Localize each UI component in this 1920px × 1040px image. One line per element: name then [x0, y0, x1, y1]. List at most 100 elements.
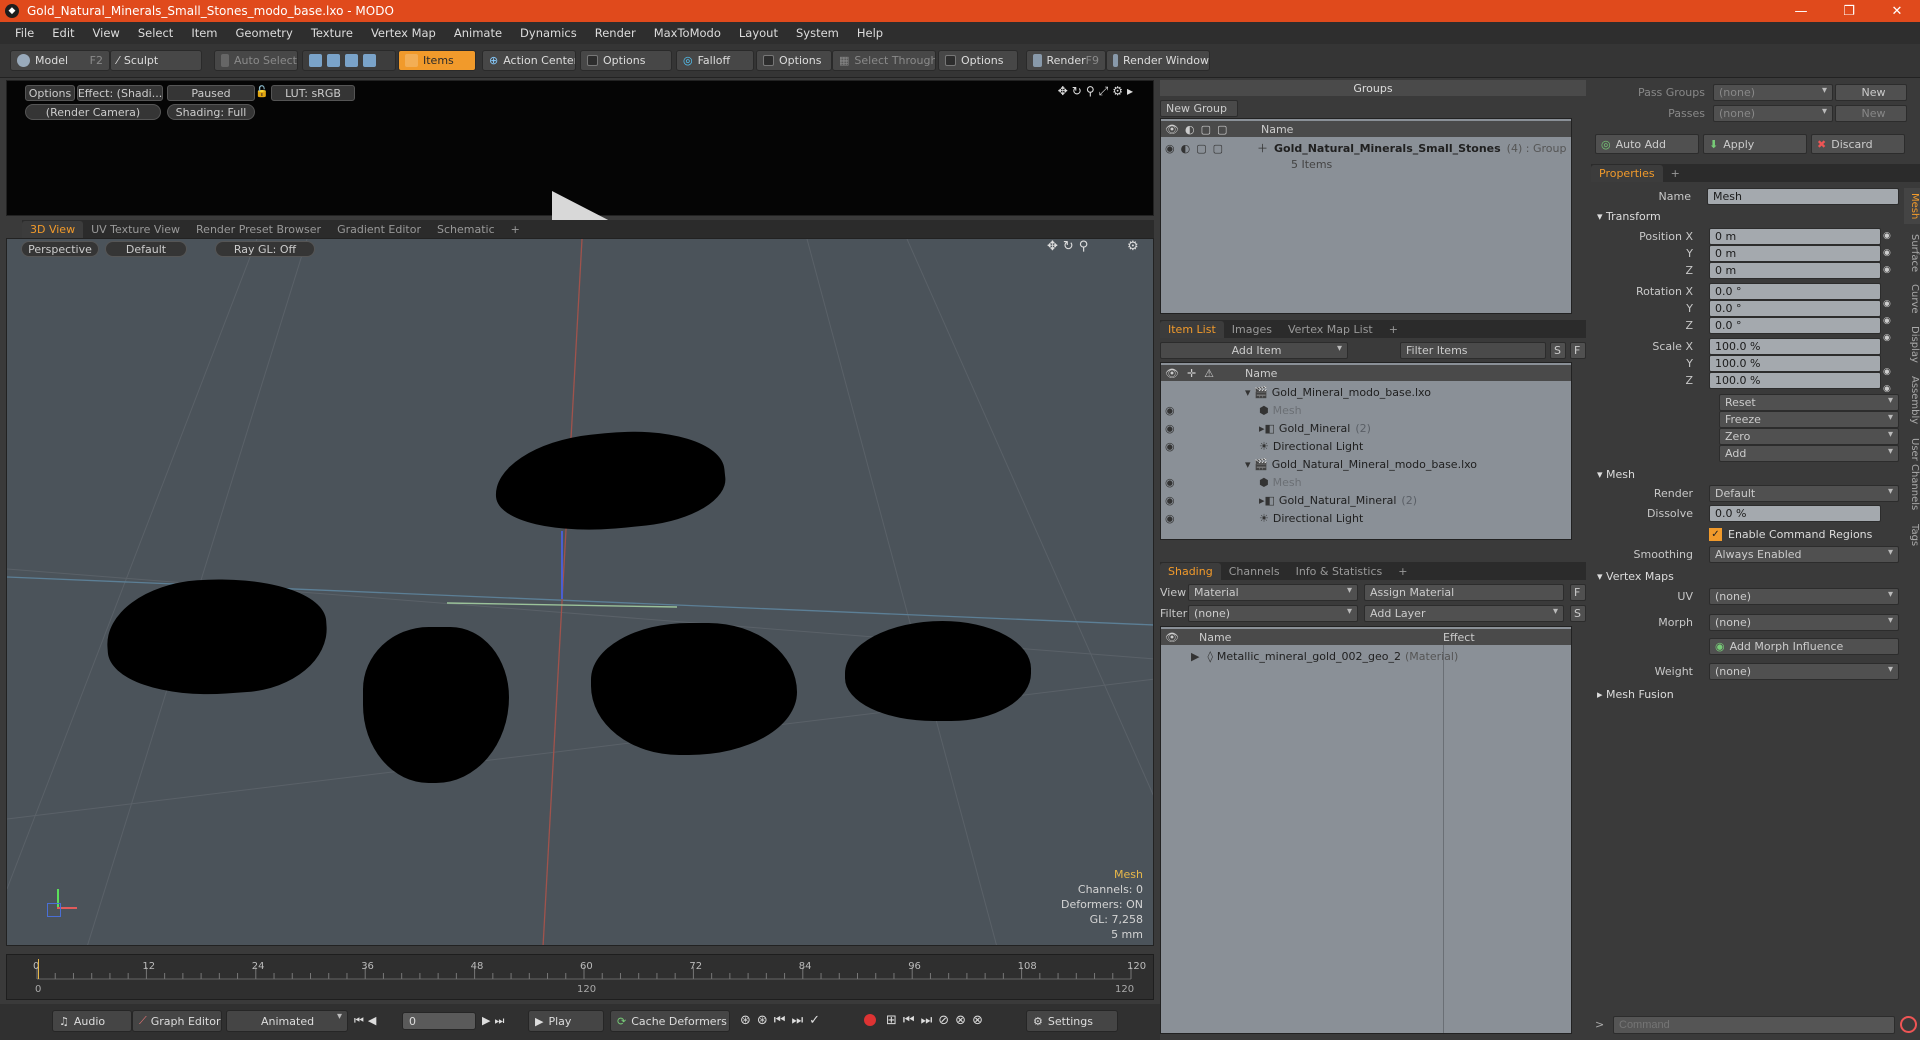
add-item-dropdown[interactable]: Add Item [1160, 342, 1348, 359]
visibility-eye-icon[interactable]: ◉ [1161, 404, 1245, 417]
shader-tree[interactable]: 👁 Name Effect ▶ ◊ Metallic_mineral_gold_… [1160, 626, 1572, 1034]
vtab-display[interactable]: Display [1904, 322, 1920, 366]
current-frame-marker[interactable] [38, 959, 39, 979]
vtab-user-channels[interactable]: User Channels [1904, 434, 1920, 514]
item-list-row[interactable]: ◉ ☀ Directional Light [1161, 509, 1571, 527]
enable-command-regions-checkbox[interactable]: ✓ Enable Command Regions [1709, 528, 1872, 541]
add-tab-icon[interactable]: + [1381, 321, 1406, 338]
rotation-y-input[interactable]: 0.0 ° [1709, 300, 1881, 317]
tab-images[interactable]: Images [1224, 321, 1280, 338]
vtab-mesh[interactable]: Mesh [1904, 188, 1920, 224]
falloff-button[interactable]: ◎ Falloff [676, 50, 754, 71]
tab-render-preset-browser[interactable]: Render Preset Browser [188, 221, 329, 238]
mesh-fusion-section[interactable]: ▸ Mesh Fusion [1597, 688, 1674, 701]
weight-dropdown[interactable]: (none) [1709, 663, 1899, 680]
visibility-eye-icon[interactable]: ◉ [1161, 476, 1245, 489]
menu-render[interactable]: Render [586, 26, 645, 40]
command-stop-icon[interactable] [1900, 1016, 1917, 1033]
add-tab-icon[interactable]: + [1663, 165, 1688, 182]
visibility-eye-icon[interactable]: ◉ [1161, 512, 1245, 525]
tab-item-list[interactable]: Item List [1160, 321, 1224, 338]
tab-schematic[interactable]: Schematic [429, 221, 503, 238]
lut-dropdown[interactable]: LUT: sRGB [271, 85, 355, 101]
menu-geometry[interactable]: Geometry [227, 26, 302, 40]
new-pass-group-button[interactable]: New [1835, 84, 1907, 101]
preview-nav-icons[interactable]: ✥↻⚲⤢⚙▸ [1058, 84, 1137, 99]
shading-s-button[interactable]: S [1570, 605, 1586, 622]
vtab-tags[interactable]: Tags [1904, 520, 1920, 550]
visibility-eye-icon[interactable]: ◉ [1161, 422, 1245, 435]
transform-section[interactable]: ▾ Transform [1597, 210, 1661, 223]
discard-button[interactable]: ✖ Discard [1811, 134, 1905, 154]
selection-mode-icons[interactable] [302, 50, 396, 71]
paused-toggle[interactable]: Paused [167, 85, 255, 101]
rotation-x-input[interactable]: 0.0 ° [1709, 283, 1881, 300]
tab-info-statistics[interactable]: Info & Statistics [1288, 563, 1391, 580]
item-list-row[interactable]: ▾ 🎬 Gold_Natural_Mineral_modo_base.lxo [1161, 455, 1571, 473]
item-list-row[interactable]: ◉ ⬢ Mesh [1161, 401, 1571, 419]
material-row[interactable]: ▶ ◊ Metallic_mineral_gold_002_geo_2 (Mat… [1161, 647, 1571, 665]
item-list[interactable]: 👁✛⚠ Name ▾ 🎬 Gold_Mineral_modo_base.lxo ◉ ⬢… [1160, 362, 1572, 540]
tab-vertex-map-list[interactable]: Vertex Map List [1280, 321, 1381, 338]
minimize-button[interactable]: — [1778, 0, 1824, 22]
effect-dropdown[interactable]: Effect: (Shadi... [77, 85, 163, 101]
vtab-curve[interactable]: Curve [1904, 282, 1920, 316]
select-through-options-button[interactable]: Options [938, 50, 1018, 71]
filter-items-input[interactable]: Filter Items [1400, 342, 1546, 359]
key-tools-icons[interactable]: ⊛⊛⏮⏭✓ [740, 1013, 826, 1028]
menu-texture[interactable]: Texture [302, 26, 362, 40]
close-button[interactable]: ✕ [1874, 0, 1920, 22]
add-dropdown[interactable]: Add [1719, 445, 1899, 462]
menu-dynamics[interactable]: Dynamics [511, 26, 586, 40]
add-layer-dropdown[interactable]: Add Layer [1364, 605, 1564, 622]
new-pass-button[interactable]: New [1835, 105, 1907, 122]
menu-layout[interactable]: Layout [730, 26, 787, 40]
freeze-dropdown[interactable]: Freeze [1719, 411, 1899, 428]
command-input[interactable] [1613, 1016, 1895, 1034]
uv-dropdown[interactable]: (none) [1709, 588, 1899, 605]
vtab-surface[interactable]: Surface [1904, 230, 1920, 276]
menu-select[interactable]: Select [129, 26, 182, 40]
lock-icon[interactable]: 🔓 [255, 85, 269, 98]
new-group-button[interactable]: New Group [1160, 100, 1238, 117]
menu-file[interactable]: File [6, 26, 43, 40]
shading-default-dropdown[interactable]: Default [105, 241, 187, 257]
view-dropdown[interactable]: Material [1188, 584, 1358, 601]
visibility-eye-icon[interactable]: ◉ [1161, 440, 1245, 453]
graph-editor-button[interactable]: ⟋ Graph Editor [132, 1010, 222, 1032]
passes-dropdown[interactable]: (none) [1713, 105, 1833, 122]
item-list-row[interactable]: ◉ ☀ Directional Light [1161, 437, 1571, 455]
menu-maxtomodo[interactable]: MaxToModo [645, 26, 730, 40]
viewport-nav-icons[interactable]: ✥↻⚲ [1047, 239, 1093, 254]
falloff-options-button[interactable]: Options [756, 50, 832, 71]
filter-s-button[interactable]: S [1550, 342, 1566, 359]
item-list-row[interactable]: ◉ ▸◧ Gold_Mineral (2) [1161, 419, 1571, 437]
action-center-button[interactable]: ⊕ Action Center [482, 50, 576, 71]
position-x-input[interactable]: 0 m [1709, 228, 1881, 245]
menu-item[interactable]: Item [182, 26, 226, 40]
tab-uv-texture-view[interactable]: UV Texture View [83, 221, 188, 238]
item-list-row[interactable]: ◉ ▸◧ Gold_Natural_Mineral (2) [1161, 491, 1571, 509]
add-tab-icon[interactable]: + [503, 221, 528, 238]
skip-back-icons[interactable]: ⏮◀ [354, 1014, 380, 1028]
restore-button[interactable]: ❐ [1826, 0, 1872, 22]
position-y-input[interactable]: 0 m [1709, 245, 1881, 262]
audio-button[interactable]: ♫ Audio [52, 1010, 132, 1032]
auto-add-button[interactable]: ◎ Auto Add [1595, 134, 1699, 154]
timeline[interactable]: 0 12 24 36 48 60 72 84 96 108 120 0 120 120 [6, 954, 1154, 1000]
gold-stone-5[interactable] [845, 621, 1031, 721]
select-through-button[interactable]: ▦ Select Through [832, 50, 936, 71]
reset-dropdown[interactable]: Reset [1719, 394, 1899, 411]
preview-options-button[interactable]: Options [25, 85, 75, 101]
auto-select-button[interactable]: Auto Select [214, 50, 298, 71]
scale-y-input[interactable]: 100.0 % [1709, 355, 1881, 372]
apply-button[interactable]: ⬇ Apply [1703, 134, 1807, 154]
menu-system[interactable]: System [787, 26, 848, 40]
raygl-dropdown[interactable]: Ray GL: Off [215, 241, 315, 257]
gold-stone-4[interactable] [591, 623, 797, 755]
filter-dropdown[interactable]: (none) [1188, 605, 1358, 622]
menu-animate[interactable]: Animate [445, 26, 511, 40]
shading-f-button[interactable]: F [1570, 584, 1586, 601]
cache-deformers-button[interactable]: ⟳ Cache Deformers [610, 1010, 730, 1032]
menu-help[interactable]: Help [848, 26, 892, 40]
